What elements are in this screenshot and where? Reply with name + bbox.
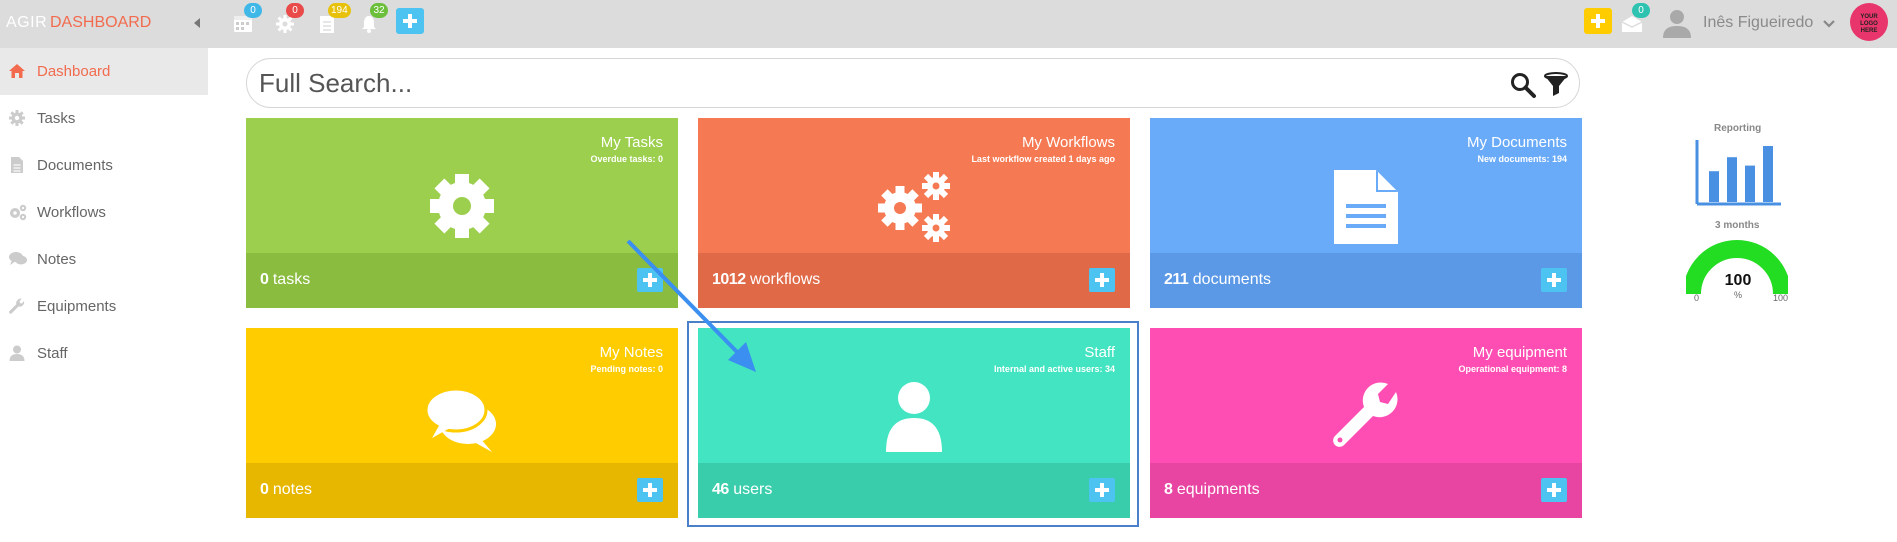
notifications-badge: 32	[370, 3, 388, 18]
reporting-bar	[1745, 165, 1755, 202]
sidebar: Dashboard Tasks Documents Workflows Note…	[0, 48, 208, 377]
wrench-icon	[8, 297, 26, 315]
settings-badge: 0	[286, 3, 304, 18]
home-icon	[8, 62, 26, 80]
user-icon	[8, 344, 26, 362]
gear-icon	[422, 166, 502, 246]
tile-count-unit: equipments	[1176, 481, 1260, 498]
user-name[interactable]: Inês Figueiredo	[1703, 14, 1813, 32]
tile-my-equipment[interactable]: My equipment Operational equipment: 8 8 …	[1150, 328, 1582, 518]
sidebar-item-tasks[interactable]: Tasks	[0, 95, 208, 142]
tile-subtitle: Last workflow created 1 days ago	[971, 154, 1115, 164]
tile-count-value: 0	[260, 271, 269, 288]
reporting-bar	[1763, 146, 1773, 202]
search-bar	[246, 58, 1580, 108]
add-note-button[interactable]	[637, 478, 663, 502]
brand-short[interactable]: AGIR	[6, 14, 47, 32]
tile-title: My Tasks	[600, 134, 663, 151]
logo-line-1: YOUR	[1860, 14, 1878, 20]
sidebar-item-workflows[interactable]: Workflows	[0, 189, 208, 236]
annotation-arrow	[626, 239, 756, 372]
calendar-icon[interactable]: 0	[232, 3, 262, 38]
tile-title: My equipment	[1472, 344, 1567, 361]
tile-count-value: 211	[1164, 271, 1189, 288]
tile-count-unit: tasks	[272, 271, 311, 288]
sidebar-item-documents[interactable]: Documents	[0, 142, 208, 189]
sidebar-item-label: Equipments	[37, 298, 117, 315]
sidebar-item-label: Workflows	[37, 204, 106, 221]
reporting-bar	[1727, 157, 1737, 202]
logo-line-3: HERE	[1860, 28, 1878, 34]
documents-top-icon[interactable]: 194	[316, 3, 351, 38]
tile-my-notes[interactable]: My Notes Pending notes: 0 0 notes	[246, 328, 678, 518]
bell-icon[interactable]: 32	[358, 3, 388, 38]
gauge-value: 100	[1724, 272, 1752, 289]
gauge-min: 0	[1694, 293, 1700, 303]
collapse-sidebar-icon[interactable]	[190, 14, 204, 32]
document-icon	[1326, 166, 1406, 246]
tile-subtitle: Operational equipment: 8	[1458, 364, 1567, 374]
calendar-badge: 0	[244, 3, 262, 18]
tile-count: 8 equipments	[1164, 481, 1260, 499]
add-workflow-button[interactable]	[1089, 268, 1115, 292]
tile-count-value: 0	[260, 481, 269, 498]
gear-icon	[8, 109, 26, 127]
reporting-bar	[1709, 171, 1719, 202]
gears-icon	[874, 166, 954, 246]
messages-badge: 0	[1632, 3, 1650, 18]
avatar[interactable]	[1660, 6, 1694, 40]
tile-count: 0 tasks	[260, 271, 310, 289]
add-document-button[interactable]	[1541, 268, 1567, 292]
tile-footer: 211 documents	[1150, 253, 1582, 308]
gears-icon	[8, 203, 27, 221]
reporting-label: Reporting	[1714, 123, 1762, 134]
tile-my-tasks[interactable]: My Tasks Overdue tasks: 0 0 tasks	[246, 118, 678, 308]
tile-count: 211 documents	[1164, 271, 1271, 289]
sidebar-item-notes[interactable]: Notes	[0, 236, 208, 283]
sidebar-item-equipments[interactable]: Equipments	[0, 283, 208, 330]
wrench-icon	[1326, 376, 1406, 456]
add-equipment-button[interactable]	[1541, 478, 1567, 502]
tile-footer: 0 notes	[246, 463, 678, 518]
logo-line-2: LOGO	[1860, 21, 1878, 27]
messages-icon[interactable]: 0	[1620, 3, 1650, 38]
tile-count-unit: documents	[1192, 271, 1272, 288]
tile-subtitle: New documents: 194	[1477, 154, 1567, 164]
brand-title[interactable]: DASHBOARD	[50, 14, 151, 32]
gauge-max: 100	[1773, 293, 1789, 303]
search-icon[interactable]	[1509, 71, 1537, 99]
tile-count-unit: notes	[272, 481, 312, 498]
sidebar-item-label: Documents	[37, 157, 113, 174]
sidebar-item-label: Dashboard	[37, 63, 111, 80]
search-input[interactable]	[259, 67, 1479, 99]
tile-footer: 8 equipments	[1150, 463, 1582, 518]
months-label: 3 months	[1715, 220, 1760, 231]
filter-icon[interactable]	[1542, 71, 1570, 99]
tile-footer: 0 tasks	[246, 253, 678, 308]
tile-count: 0 notes	[260, 481, 312, 499]
quick-add-button[interactable]	[1584, 8, 1612, 34]
tile-subtitle: Overdue tasks: 0	[590, 154, 663, 164]
top-bar: AGIR DASHBOARD 0 0 194 32 0 Inês Figueir…	[0, 0, 1897, 48]
tile-count-value: 8	[1164, 481, 1173, 498]
sidebar-item-label: Staff	[37, 345, 68, 362]
reporting-chart-icon[interactable]	[1693, 138, 1783, 208]
add-button[interactable]	[396, 8, 424, 34]
documents-badge: 194	[328, 3, 351, 18]
chevron-down-icon[interactable]	[1823, 16, 1837, 30]
tile-my-documents[interactable]: My Documents New documents: 194 211 docu…	[1150, 118, 1582, 308]
sidebar-item-label: Tasks	[37, 110, 76, 127]
tile-title: My Documents	[1466, 134, 1567, 151]
gauge-unit: %	[1733, 290, 1742, 300]
settings-icon[interactable]: 0	[274, 3, 304, 38]
company-logo[interactable]: YOUR LOGO HERE	[1850, 3, 1888, 41]
chat-icon	[422, 376, 502, 456]
sidebar-item-label: Notes	[37, 251, 77, 268]
chat-icon	[8, 250, 27, 268]
document-icon	[8, 156, 26, 174]
sidebar-item-dashboard[interactable]: Dashboard	[0, 48, 208, 95]
sidebar-item-staff[interactable]: Staff	[0, 330, 208, 377]
tile-title: My Workflows	[1021, 134, 1115, 151]
